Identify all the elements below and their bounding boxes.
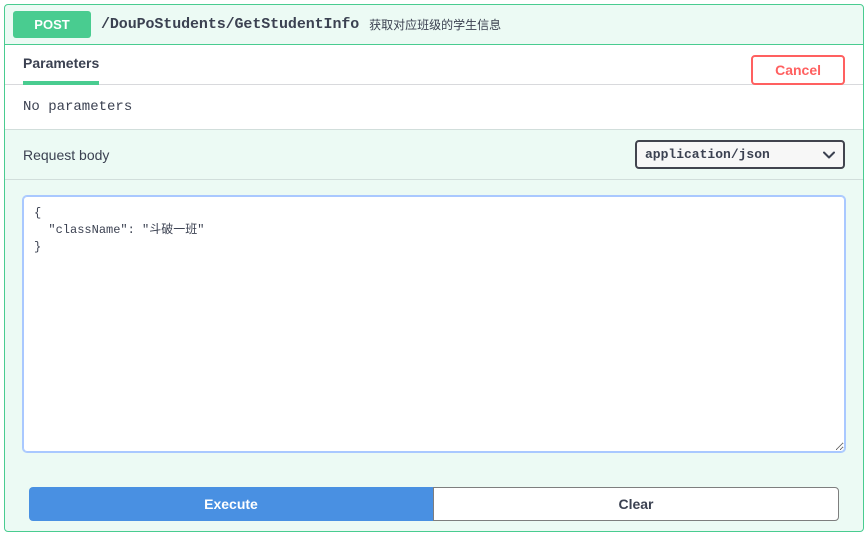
clear-button[interactable]: Clear — [433, 487, 839, 521]
parameters-header: Parameters Cancel — [5, 45, 863, 85]
execute-button[interactable]: Execute — [29, 487, 433, 521]
content-type-select[interactable]: application/json — [635, 140, 845, 169]
method-badge: POST — [13, 11, 91, 38]
parameters-title: Parameters — [23, 55, 99, 85]
request-body-section: Request body application/json Execute Cl… — [5, 129, 863, 531]
operation-panel: POST /DouPoStudents/GetStudentInfo 获取对应班… — [4, 4, 864, 532]
action-buttons: Execute Clear — [5, 463, 863, 531]
content-type-wrap: application/json — [635, 140, 845, 169]
request-body-title: Request body — [23, 147, 109, 163]
request-body-input[interactable] — [23, 196, 845, 452]
request-body-header: Request body application/json — [5, 129, 863, 180]
operation-header[interactable]: POST /DouPoStudents/GetStudentInfo 获取对应班… — [5, 5, 863, 45]
request-body-editor-wrap — [5, 180, 863, 463]
endpoint-path: /DouPoStudents/GetStudentInfo — [101, 16, 359, 33]
endpoint-summary: 获取对应班级的学生信息 — [369, 16, 501, 33]
cancel-button[interactable]: Cancel — [751, 55, 845, 85]
no-parameters-text: No parameters — [5, 85, 863, 129]
